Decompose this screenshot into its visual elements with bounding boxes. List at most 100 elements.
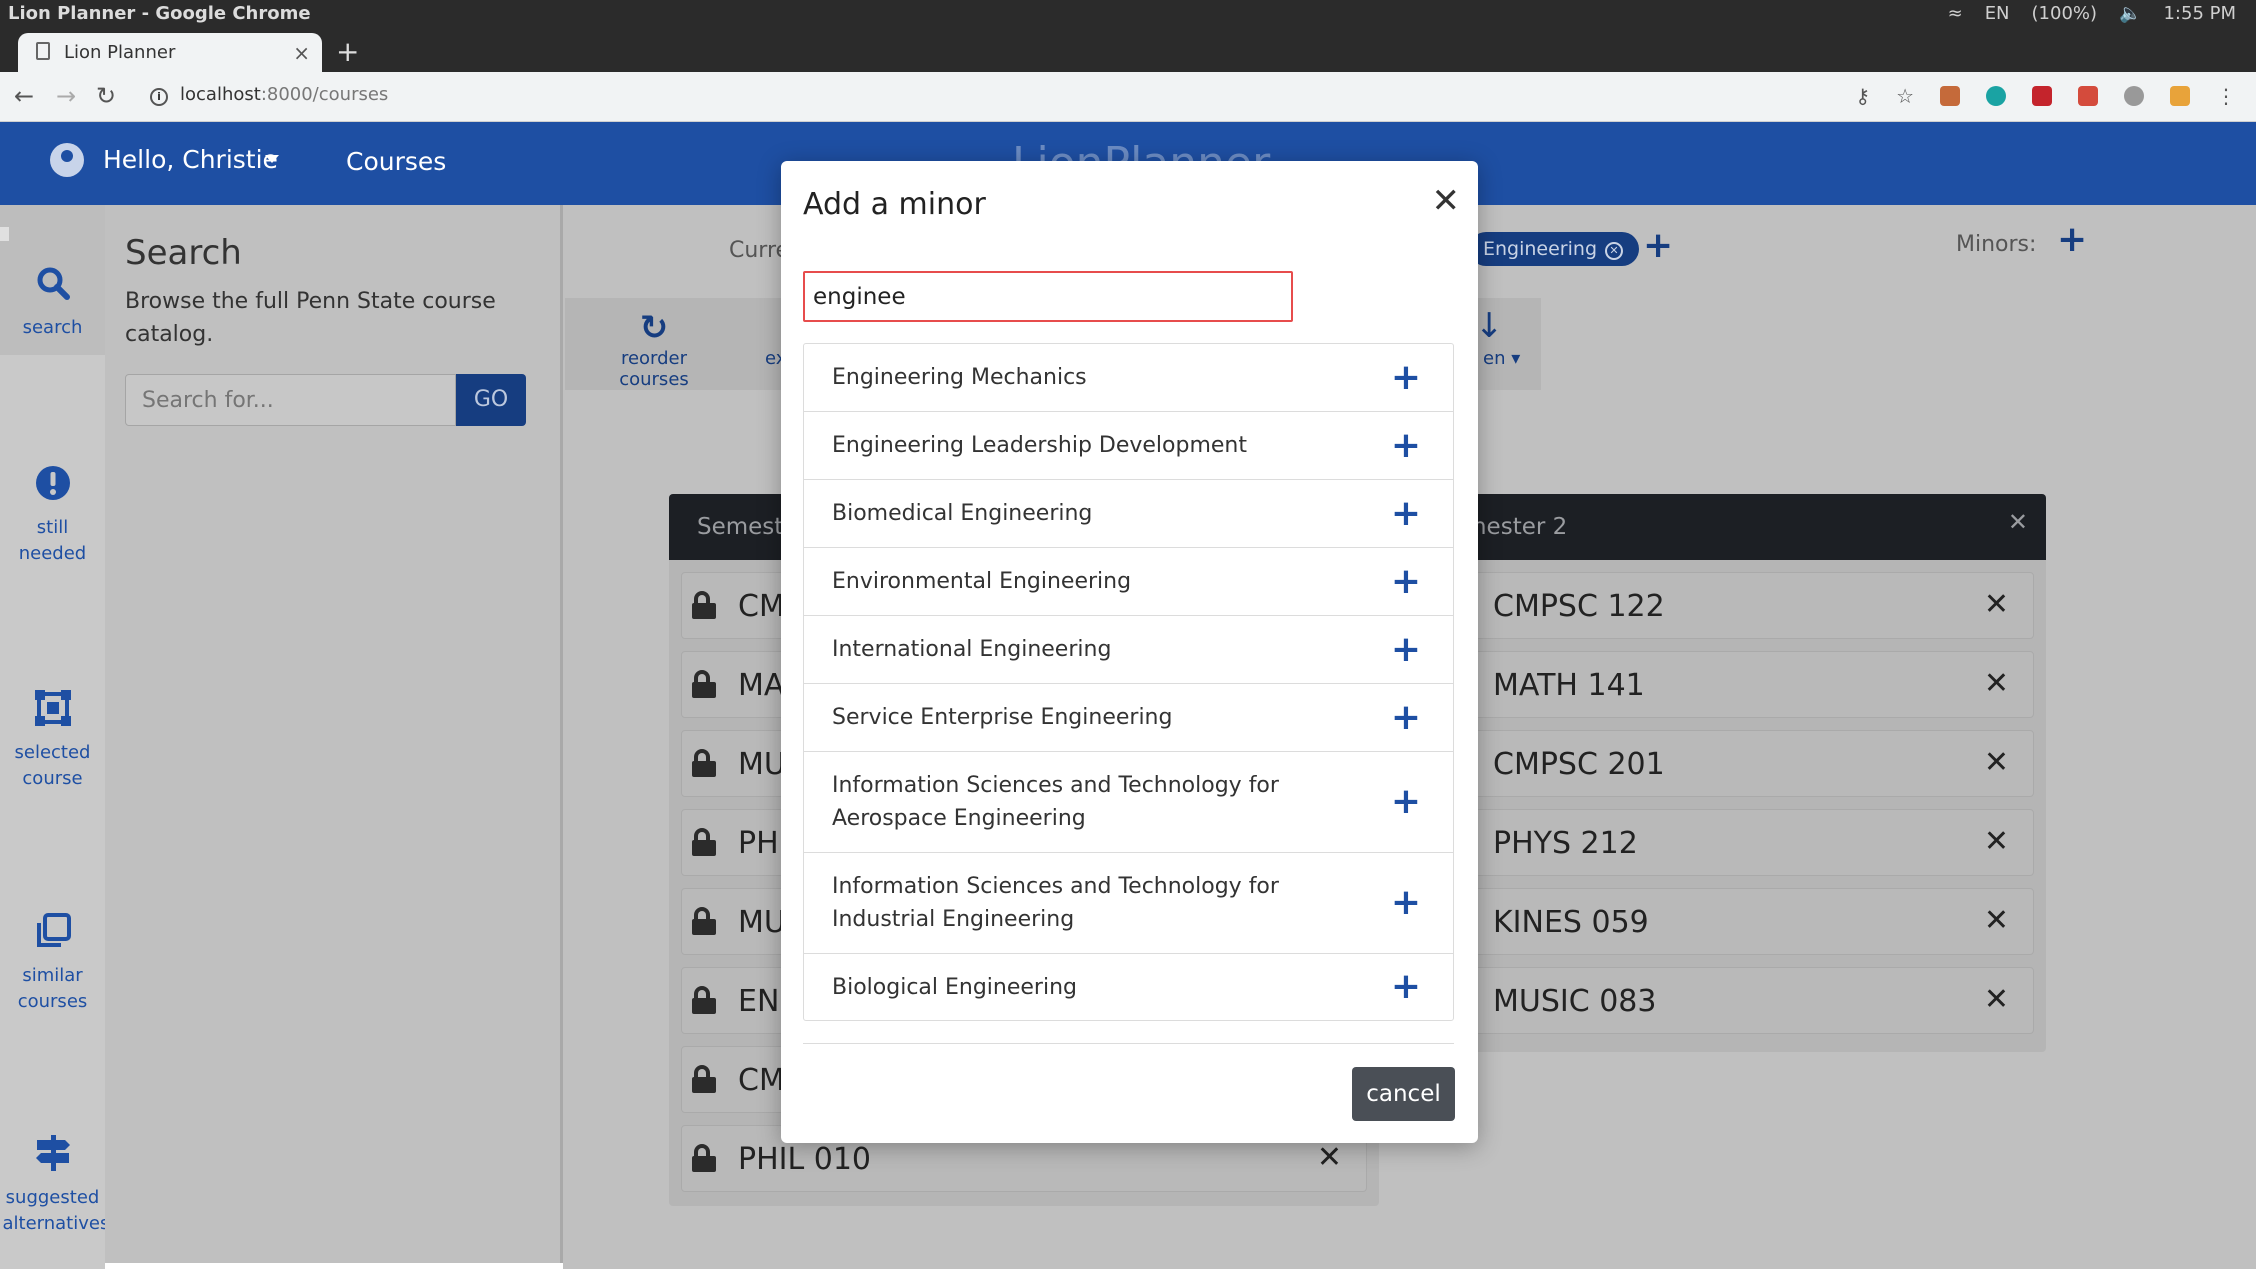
list-item[interactable]: Biological Engineering +	[804, 953, 1453, 1020]
add-plus-icon[interactable]: +	[1391, 629, 1421, 670]
add-plus-icon[interactable]: +	[1391, 697, 1421, 738]
course-name: KINES 059	[1493, 905, 1649, 940]
minors-label: Minors:	[1956, 232, 2037, 257]
search-panel: Search Browse the full Penn State course…	[105, 205, 563, 1263]
add-plus-icon[interactable]: +	[1391, 357, 1421, 398]
list-item[interactable]: Engineering Leadership Development +	[804, 411, 1453, 479]
menu-dots-icon[interactable]: ⋮	[2216, 84, 2236, 108]
extension-3-icon[interactable]	[2032, 86, 2052, 106]
unlock-icon[interactable]	[692, 749, 716, 777]
url-field[interactable]: i localhost:8000/courses	[150, 84, 388, 106]
add-plus-icon[interactable]: +	[1391, 561, 1421, 602]
remove-course-icon[interactable]: ✕	[1984, 903, 2009, 938]
window-title: Lion Planner - Google Chrome	[8, 3, 311, 24]
extension-5-icon[interactable]	[2124, 86, 2144, 106]
course-name: MA	[738, 668, 785, 703]
list-item[interactable]: Information Sciences and Technology for …	[804, 852, 1453, 953]
rail-item-search[interactable]: search	[0, 205, 105, 355]
unlock-icon[interactable]	[692, 591, 716, 619]
add-minor-button[interactable]: +	[2057, 219, 2087, 260]
rail-item-suggested-alternatives[interactable]: suggested alternatives	[0, 1135, 109, 1237]
remove-course-icon[interactable]: ✕	[1984, 587, 2009, 622]
rail-label: still needed	[18, 517, 87, 564]
course-name: PH	[738, 826, 779, 861]
add-minor-modal: Add a minor ✕ Engineering Mechanics + Eng…	[781, 161, 1478, 1143]
remove-course-icon[interactable]: ✕	[1984, 982, 2009, 1017]
rail-item-similar-courses[interactable]: similar courses	[0, 913, 105, 1015]
back-icon[interactable]: ←	[14, 82, 34, 110]
user-avatar-icon[interactable]	[50, 143, 84, 177]
remove-course-icon[interactable]: ✕	[1984, 666, 2009, 701]
minor-name: International Engineering	[832, 637, 1112, 662]
cancel-button[interactable]: cancel	[1352, 1067, 1455, 1121]
course-name: EN	[738, 984, 780, 1019]
keyboard-layout[interactable]: EN	[1985, 3, 2010, 24]
extension-1-icon[interactable]	[1940, 86, 1960, 106]
rail-item-still-needed[interactable]: still needed	[0, 465, 105, 567]
volume-icon[interactable]: 🔈	[2119, 3, 2141, 24]
add-plus-icon[interactable]: +	[1391, 883, 1421, 923]
list-item[interactable]: International Engineering +	[804, 615, 1453, 683]
battery-level[interactable]: (100%)	[2032, 3, 2098, 24]
course-name: MUSIC 083	[1493, 984, 1657, 1019]
minor-name: Service Enterprise Engineering	[832, 705, 1173, 730]
list-item[interactable]: Service Enterprise Engineering +	[804, 683, 1453, 751]
wifi-icon[interactable]: ≈	[1948, 3, 1963, 24]
remove-major-icon[interactable]: ✕	[1605, 242, 1623, 260]
major-pill-label: Engineering	[1483, 238, 1597, 260]
nav-courses-link[interactable]: Courses	[346, 147, 446, 176]
rail-marker	[0, 227, 9, 241]
close-semester-icon[interactable]: ✕	[2008, 508, 2028, 536]
browser-tab[interactable]: Lion Planner ×	[18, 33, 322, 72]
new-tab-button[interactable]: +	[336, 35, 359, 68]
minor-search-input[interactable]	[803, 271, 1293, 322]
list-item[interactable]: Engineering Mechanics +	[804, 344, 1453, 411]
extension-4-icon[interactable]	[2078, 86, 2098, 106]
forward-icon[interactable]: →	[56, 82, 76, 110]
unlock-icon[interactable]	[692, 1144, 716, 1172]
unlock-icon[interactable]	[692, 986, 716, 1014]
remove-course-icon[interactable]: ✕	[1984, 824, 2009, 859]
course-name: MATH 141	[1493, 668, 1645, 703]
clock[interactable]: 1:55 PM	[2163, 3, 2236, 24]
add-plus-icon[interactable]: +	[1391, 425, 1421, 466]
url-host: localhost	[180, 84, 261, 105]
course-search-input[interactable]	[125, 374, 456, 426]
key-icon[interactable]: ⚷	[1855, 84, 1870, 108]
unlock-icon[interactable]	[692, 670, 716, 698]
gmail-icon[interactable]	[2170, 86, 2190, 106]
caret-down-icon[interactable]	[265, 155, 279, 163]
arrow-down-icon[interactable]: ↓	[1475, 306, 1504, 346]
list-item[interactable]: Biomedical Engineering +	[804, 479, 1453, 547]
list-item[interactable]: Environmental Engineering +	[804, 547, 1453, 615]
minor-name: Engineering Mechanics	[832, 365, 1087, 390]
close-icon[interactable]: ✕	[1432, 181, 1461, 221]
course-name: CMPSC 122	[1493, 589, 1665, 624]
signpost-icon	[0, 1135, 105, 1179]
download-label[interactable]: en ▾	[1483, 348, 1520, 369]
remove-course-icon[interactable]: ✕	[1984, 745, 2009, 780]
extension-icons: ⚷ ☆ ⋮	[1855, 84, 2236, 108]
remove-course-icon[interactable]: ✕	[1317, 1140, 1342, 1175]
add-plus-icon[interactable]: +	[1391, 493, 1421, 534]
info-icon[interactable]: i	[150, 88, 168, 106]
unlock-icon[interactable]	[692, 828, 716, 856]
rail-label: similar courses	[17, 965, 88, 1012]
bookmark-star-icon[interactable]: ☆	[1896, 84, 1914, 108]
list-item[interactable]: Information Sciences and Technology for …	[804, 751, 1453, 852]
user-menu[interactable]: Hello, Christie	[103, 145, 278, 174]
add-plus-icon[interactable]: +	[1391, 967, 1421, 1007]
modal-title: Add a minor	[803, 187, 986, 222]
reload-icon[interactable]: ↻	[96, 82, 116, 110]
close-tab-icon[interactable]: ×	[293, 41, 310, 65]
search-go-button[interactable]: GO	[456, 374, 526, 426]
unlock-icon[interactable]	[692, 1065, 716, 1093]
reorder-courses-button[interactable]: ↻ reorder courses	[589, 308, 719, 390]
add-major-button[interactable]: +	[1643, 225, 1673, 266]
rail-label: search	[22, 317, 83, 338]
rail-item-selected-course[interactable]: selected course	[0, 690, 105, 792]
major-pill[interactable]: Engineering ✕	[1469, 232, 1639, 266]
unlock-icon[interactable]	[692, 907, 716, 935]
add-plus-icon[interactable]: +	[1391, 782, 1421, 822]
extension-2-icon[interactable]	[1986, 86, 2006, 106]
